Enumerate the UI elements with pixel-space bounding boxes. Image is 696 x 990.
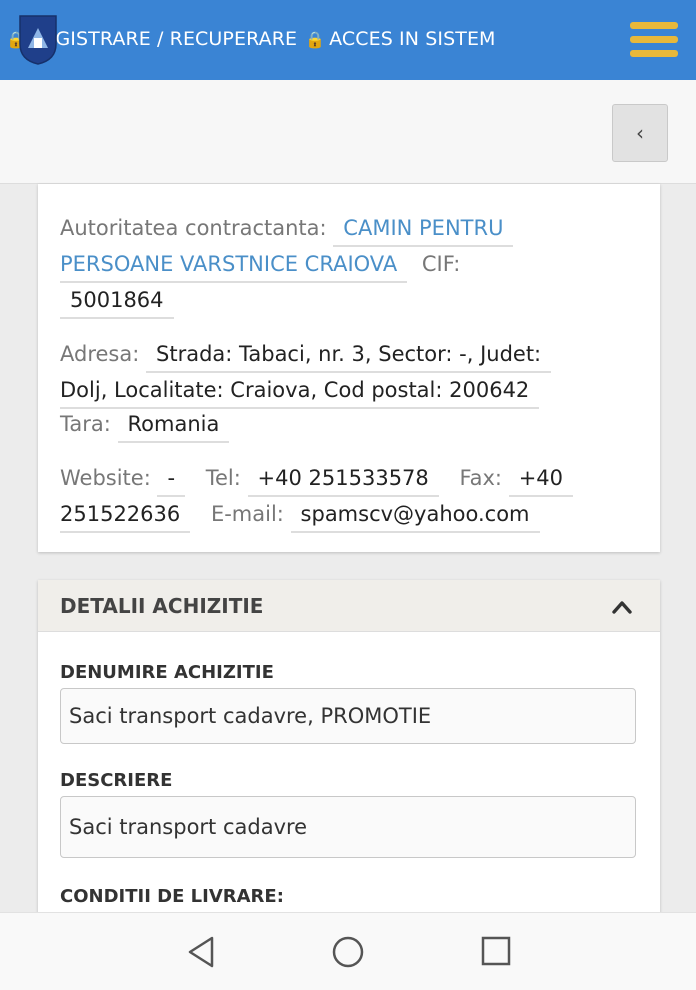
contact-row-2: 251522636 E-mail: spamscv@yahoo.com — [60, 496, 540, 533]
address-row: Adresa: Strada: Tabaci, nr. 3, Sector: -… — [60, 336, 552, 373]
cif-row: 5001864 — [60, 282, 174, 319]
fax-label: Fax: — [459, 466, 502, 490]
site-logo-icon[interactable] — [18, 14, 58, 66]
contracting-authority-row: Autoritatea contractanta: CAMIN PENTRU — [60, 210, 514, 247]
system-navigation-bar — [0, 912, 696, 990]
sub-header: ‹ — [0, 80, 696, 184]
contracting-link[interactable]: PERSOANE VARSTNICE CRAIOVA — [60, 247, 408, 283]
register-recover-link[interactable]: REGISTRARE / RECUPERARE — [30, 28, 297, 50]
contracting-link[interactable]: CAMIN PENTRU — [333, 211, 514, 247]
email-label: E-mail: — [210, 502, 284, 526]
cif-value: 5001864 — [60, 283, 174, 319]
procurement-details-panel: DETALII ACHIZITIE DENUMIRE ACHIZITIE Sac… — [38, 580, 660, 920]
website-label: Website: — [60, 466, 151, 490]
tel-value: +40 251533578 — [247, 461, 439, 497]
address-value: Dolj, Localitate: Craiova, Cod postal: 2… — [60, 373, 540, 409]
lock-icon: 🔒 — [305, 29, 326, 49]
back-button[interactable]: ‹ — [612, 104, 668, 162]
address-label: Adresa: — [60, 342, 140, 366]
hamburger-menu-icon[interactable] — [630, 22, 680, 58]
panel-header[interactable]: DETALII ACHIZITIE — [38, 580, 660, 632]
chevron-up-icon[interactable] — [612, 600, 632, 614]
delivery-conditions-label: CONDITII DE LIVRARE: — [60, 886, 284, 907]
address-value: Strada: Tabaci, nr. 3, Sector: -, Judet: — [146, 337, 552, 373]
fax-value: 251522636 — [60, 497, 191, 533]
authority-card: Autoritatea contractanta: CAMIN PENTRU P… — [38, 184, 660, 552]
panel-title: DETALII ACHIZITIE — [60, 594, 264, 618]
top-links: 🔒 REGISTRARE / RECUPERARE 🔒 ACCES IN SIS… — [6, 28, 496, 50]
country-row: Tara: Romania — [60, 406, 230, 443]
procurement-name-label: DENUMIRE ACHIZITIE — [60, 662, 274, 683]
fax-value: +40 — [508, 461, 574, 497]
country-value: Romania — [117, 407, 230, 443]
back-triangle-icon[interactable] — [186, 935, 216, 969]
description-field[interactable]: Saci transport cadavre — [60, 796, 636, 858]
tel-label: Tel: — [205, 466, 241, 490]
cif-label: CIF: — [421, 252, 461, 276]
system-access-link[interactable]: ACCES IN SISTEM — [329, 28, 495, 50]
description-label: DESCRIERE — [60, 770, 173, 791]
address-row-2: Dolj, Localitate: Craiova, Cod postal: 2… — [60, 372, 540, 409]
contact-row: Website: - Tel: +40 251533578 Fax: +40 — [60, 460, 574, 497]
country-label: Tara: — [60, 412, 111, 436]
top-navbar: 🔒 REGISTRARE / RECUPERARE 🔒 ACCES IN SIS… — [0, 0, 696, 80]
contracting-authority-row-2: PERSOANE VARSTNICE CRAIOVA CIF: — [60, 246, 460, 283]
contracting-label: Autoritatea contractanta: — [60, 216, 327, 240]
website-value[interactable]: - — [157, 461, 186, 497]
home-circle-icon[interactable] — [331, 935, 365, 969]
procurement-name-field[interactable]: Saci transport cadavre, PROMOTIE — [60, 688, 636, 744]
recent-apps-square-icon[interactable] — [480, 935, 512, 967]
email-value[interactable]: spamscv@yahoo.com — [290, 497, 540, 533]
